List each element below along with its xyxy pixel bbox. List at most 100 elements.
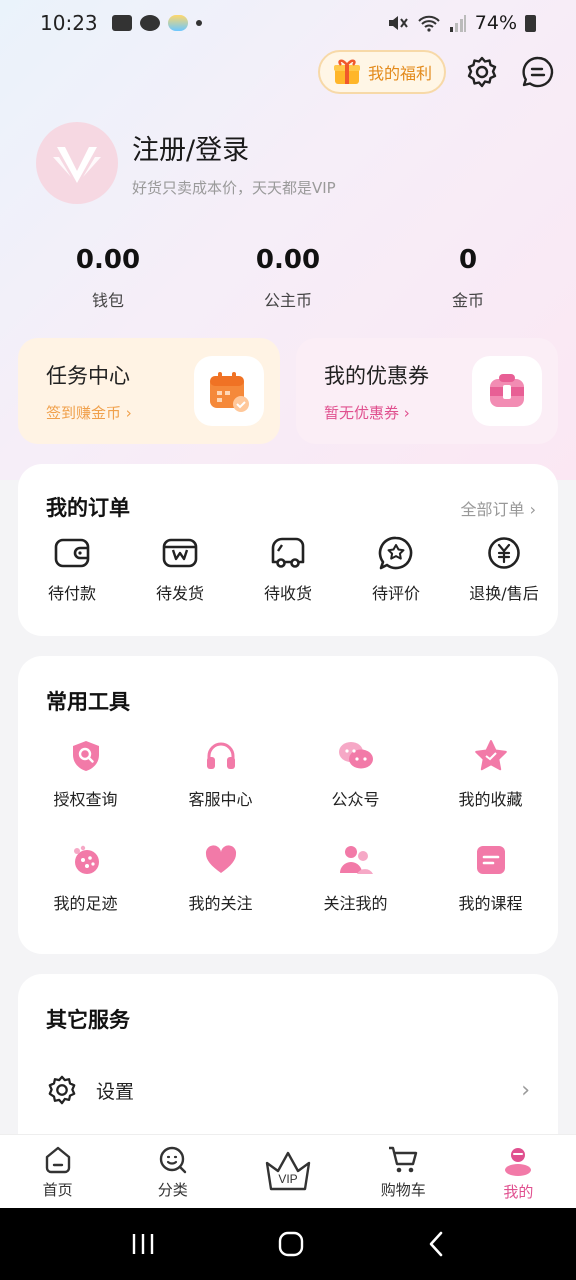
footprint-icon — [73, 845, 99, 874]
welfare-button[interactable]: 我的福利 — [317, 50, 446, 94]
stat-value: 0.00 — [75, 245, 141, 275]
order-label: 待评价 — [371, 584, 420, 603]
tool-label: 我的课程 — [458, 894, 523, 913]
chevron-right-icon: › — [403, 404, 410, 422]
wings-logo-icon — [53, 147, 101, 183]
home-button-icon[interactable] — [277, 1230, 305, 1258]
gallery-notification-icon — [111, 15, 132, 31]
stat-label: 金币 — [451, 291, 484, 310]
star-icon — [474, 740, 507, 771]
chevron-right-icon: › — [529, 500, 536, 519]
tools-title: 常用工具 — [46, 690, 130, 714]
tool-customer-service[interactable]: 客服中心 — [153, 738, 288, 810]
tool-my-footprints[interactable]: 我的足迹 — [18, 842, 153, 914]
tab-label: 购物车 — [380, 1181, 426, 1199]
all-orders-link[interactable]: 全部订单 › — [460, 496, 536, 520]
order-pending-shipment[interactable]: 待发货 — [126, 536, 234, 604]
tool-followers[interactable]: 关注我的 — [288, 842, 423, 914]
tools-grid: 授权查询 客服中心 公众号 我的收藏 我的足迹 我的关注 关注我的 我的课程 — [18, 738, 558, 914]
orders-grid: 待付款 待发货 待收货 待评价 退换/售后 — [18, 536, 558, 604]
tool-official-account[interactable]: 公众号 — [288, 738, 423, 810]
home-icon — [45, 1146, 70, 1174]
category-icon — [159, 1146, 186, 1174]
status-time: 10:23 — [40, 11, 98, 35]
tool-label: 我的收藏 — [458, 790, 523, 809]
battery-icon — [525, 14, 536, 32]
people-icon — [339, 846, 373, 874]
tool-label: 公众号 — [331, 790, 380, 809]
tab-label: 首页 — [42, 1181, 73, 1199]
cart-icon — [389, 1146, 418, 1173]
order-label: 待发货 — [155, 584, 204, 603]
tool-my-courses[interactable]: 我的课程 — [423, 842, 558, 914]
login-title[interactable]: 注册/登录 — [132, 128, 336, 167]
tab-vip[interactable]: VIP — [230, 1135, 345, 1208]
calendar-icon — [210, 372, 249, 412]
system-navbar — [0, 1208, 576, 1280]
gift-icon — [333, 59, 360, 84]
wifi-icon — [418, 15, 440, 32]
review-icon — [378, 536, 413, 570]
tab-category[interactable]: 分类 — [115, 1135, 230, 1208]
stat-label: 公主币 — [263, 291, 312, 310]
stat-label: 钱包 — [91, 291, 124, 310]
tool-my-favorites[interactable]: 我的收藏 — [423, 738, 558, 810]
bottom-tabbar: 首页 分类 VIP 购物车 我的 — [0, 1134, 576, 1208]
settings-button[interactable] — [462, 52, 502, 92]
coupon-card[interactable]: 我的优惠券 暂无优惠券 › — [296, 338, 558, 444]
settings-row[interactable]: 设置 › — [46, 1074, 530, 1106]
promo-row: 任务中心 签到赚金币 › 我的优惠券 暂无优惠券 › — [18, 338, 558, 444]
profile-icon — [505, 1148, 532, 1176]
tab-label: 我的 — [503, 1183, 534, 1201]
tab-label: 分类 — [157, 1181, 188, 1199]
more-notifications-icon — [195, 20, 202, 26]
tool-label: 授权查询 — [53, 790, 118, 809]
settings-label: 设置 — [96, 1080, 135, 1103]
tools-card: 常用工具 授权查询 客服中心 公众号 我的收藏 我的足迹 我的关注 关注我的 我… — [18, 656, 558, 954]
gear-icon — [467, 56, 497, 88]
order-pending-receipt[interactable]: 待收货 — [234, 536, 342, 604]
app-notification-icon — [139, 15, 160, 31]
stat-value: 0 — [458, 245, 478, 275]
tool-authorization-query[interactable]: 授权查询 — [18, 738, 153, 810]
coupon-bag-icon — [490, 374, 524, 407]
refund-icon — [488, 537, 520, 569]
stat-gold-coin[interactable]: 0 金币 — [378, 245, 558, 311]
tab-home[interactable]: 首页 — [0, 1135, 115, 1208]
package-icon — [162, 538, 198, 568]
order-after-sales[interactable]: 退换/售后 — [450, 536, 558, 604]
stats-row: 0.00 钱包 0.00 公主币 0 金币 — [18, 245, 558, 311]
stat-wallet[interactable]: 0.00 钱包 — [18, 245, 198, 311]
order-pending-review[interactable]: 待评价 — [342, 536, 450, 604]
wallet-icon — [54, 538, 90, 568]
order-pending-payment[interactable]: 待付款 — [18, 536, 126, 604]
tool-label: 客服中心 — [188, 790, 253, 809]
profile-section[interactable]: 注册/登录 好货只卖成本价，天天都是VIP — [36, 122, 336, 204]
message-icon — [522, 56, 554, 88]
task-center-subtitle: 签到赚金币 — [46, 404, 122, 422]
tab-mine[interactable]: 我的 — [461, 1135, 576, 1208]
avatar[interactable] — [36, 122, 118, 204]
tool-my-follows[interactable]: 我的关注 — [153, 842, 288, 914]
wechat-icon — [338, 742, 373, 769]
battery-percent: 74% — [474, 12, 517, 34]
back-icon[interactable] — [426, 1230, 446, 1258]
tab-cart[interactable]: 购物车 — [346, 1135, 461, 1208]
recent-apps-icon[interactable] — [130, 1232, 156, 1256]
svg-text:VIP: VIP — [278, 1172, 297, 1186]
tool-label: 我的足迹 — [53, 894, 118, 913]
shield-search-icon — [72, 741, 99, 771]
orders-title: 我的订单 — [46, 496, 130, 520]
stat-princess-coin[interactable]: 0.00 公主币 — [198, 245, 378, 311]
status-indicators: 74% — [387, 0, 536, 46]
orders-card: 我的订单 全部订单 › 待付款 待发货 待收货 待评价 退换/售后 — [18, 464, 558, 636]
top-actions: 我的福利 — [317, 50, 558, 94]
tool-label: 我的关注 — [188, 894, 253, 913]
mute-icon — [388, 16, 408, 30]
order-label: 待收货 — [263, 584, 312, 603]
task-center-card[interactable]: 任务中心 签到赚金币 › — [18, 338, 280, 444]
signal-icon — [449, 15, 466, 32]
all-orders-label: 全部订单 — [460, 500, 525, 519]
messages-button[interactable] — [518, 52, 558, 92]
order-label: 退换/售后 — [469, 584, 539, 603]
